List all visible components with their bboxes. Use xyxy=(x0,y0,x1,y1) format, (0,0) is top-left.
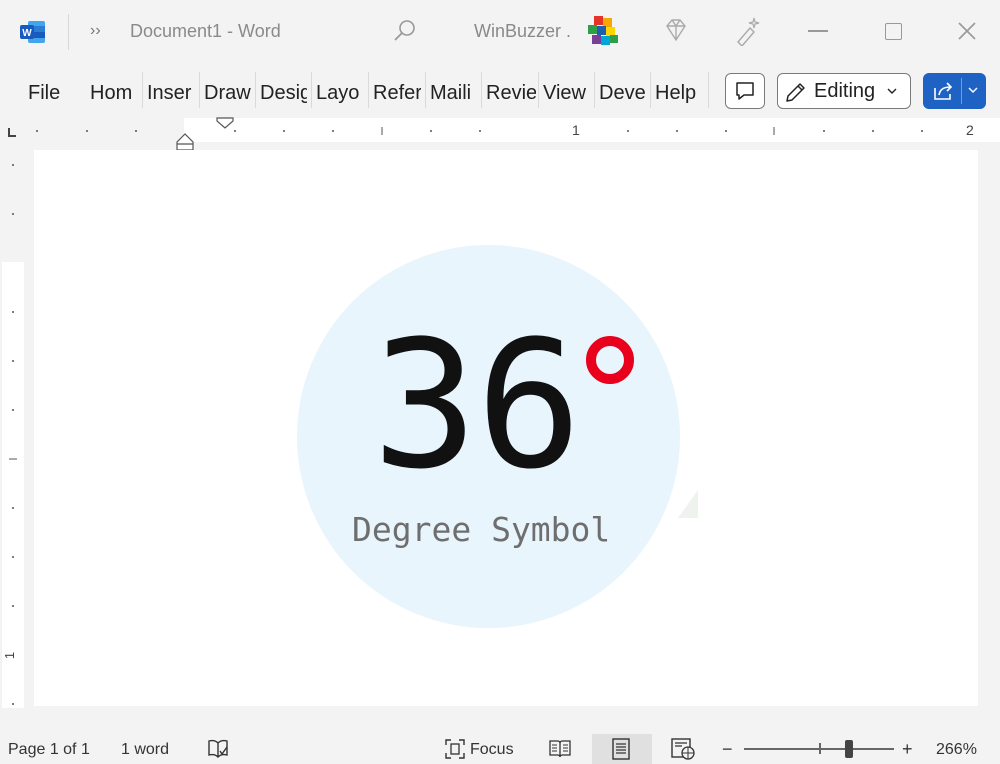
tab-help[interactable]: Help xyxy=(655,80,701,106)
title-separator xyxy=(68,14,69,50)
tab-layout[interactable]: Layo xyxy=(316,80,363,106)
comments-button[interactable] xyxy=(725,73,765,109)
comment-icon xyxy=(736,82,754,100)
pencil-icon xyxy=(786,83,805,102)
close-icon[interactable] xyxy=(956,20,978,42)
tab-separator xyxy=(311,72,312,108)
read-mode-icon[interactable] xyxy=(548,738,572,760)
zoom-out-button[interactable]: − xyxy=(722,739,733,760)
tab-separator xyxy=(368,72,369,108)
tab-references[interactable]: Refer xyxy=(373,80,421,106)
tab-separator xyxy=(255,72,256,108)
search-icon[interactable] xyxy=(392,18,418,44)
tab-separator xyxy=(538,72,539,108)
zoom-slider-thumb[interactable] xyxy=(845,740,853,758)
tab-separator xyxy=(650,72,651,108)
tab-file[interactable]: File xyxy=(28,80,62,106)
vertical-ruler-label-1: 1 xyxy=(2,651,18,660)
ruler-label-1: 1 xyxy=(572,122,580,138)
chevron-down-icon xyxy=(887,88,897,94)
focus-button[interactable]: Focus xyxy=(470,741,514,759)
ruler-ticks xyxy=(234,127,923,135)
tab-separator xyxy=(142,72,143,108)
tab-separator xyxy=(594,72,595,108)
tab-mailings[interactable]: Maili xyxy=(430,80,478,106)
graphic-subtitle: Degree Symbol xyxy=(352,510,611,549)
document-title[interactable]: Document1 - Word xyxy=(130,21,281,42)
avatar[interactable] xyxy=(584,14,622,50)
degree-symbol xyxy=(586,336,634,384)
tab-separator xyxy=(199,72,200,108)
tab-insert[interactable]: Inser xyxy=(147,80,195,106)
zoom-level[interactable]: 266% xyxy=(936,741,977,759)
tab-home[interactable]: Hom xyxy=(90,80,138,106)
diamond-icon[interactable] xyxy=(662,18,690,44)
tab-separator xyxy=(481,72,482,108)
tab-developer[interactable]: Deve xyxy=(599,80,647,106)
word-window: W ›› Document1 - Word WinBuzzer . File H… xyxy=(0,0,1000,764)
maximize-icon[interactable] xyxy=(885,23,902,40)
tab-view[interactable]: View xyxy=(543,80,593,106)
share-separator xyxy=(961,78,962,104)
more-commands-button[interactable]: ›› xyxy=(90,22,101,40)
zoom-in-button[interactable]: + xyxy=(902,739,913,760)
temperature-number: 36 xyxy=(372,303,582,508)
designer-wand-icon[interactable] xyxy=(734,16,762,46)
share-icon xyxy=(934,82,953,100)
tab-draw[interactable]: Draw xyxy=(204,80,252,106)
minimize-icon[interactable] xyxy=(808,30,828,32)
print-layout-icon[interactable] xyxy=(610,737,632,761)
editing-label: Editing xyxy=(814,80,876,102)
ruler-label-2: 2 xyxy=(966,122,974,138)
tab-review[interactable]: Revie xyxy=(486,80,536,106)
tab-selector[interactable] xyxy=(0,118,32,148)
first-line-indent-marker[interactable] xyxy=(214,116,236,130)
tab-design[interactable]: Desig xyxy=(260,80,307,106)
share-button[interactable] xyxy=(923,73,986,109)
tab-separator xyxy=(708,72,709,108)
chevron-down-icon[interactable] xyxy=(967,87,979,95)
focus-icon[interactable] xyxy=(444,738,466,760)
title-bar: W ›› Document1 - Word WinBuzzer . xyxy=(0,0,1000,64)
image-corner-fragment xyxy=(678,490,698,518)
hanging-indent-marker[interactable] xyxy=(174,132,196,152)
proofing-book-icon[interactable] xyxy=(206,738,230,760)
word-count[interactable]: 1 word xyxy=(121,741,169,759)
account-name[interactable]: WinBuzzer . xyxy=(474,21,571,42)
svg-text:W: W xyxy=(22,28,32,39)
word-icon[interactable]: W xyxy=(20,20,46,44)
editing-mode-button[interactable]: Editing xyxy=(777,73,911,109)
vertical-ruler-ticks xyxy=(9,164,17,705)
page-count[interactable]: Page 1 of 1 xyxy=(8,741,90,759)
web-layout-icon[interactable] xyxy=(670,737,696,761)
tab-separator xyxy=(425,72,426,108)
zoom-slider-center-mark xyxy=(819,743,821,754)
